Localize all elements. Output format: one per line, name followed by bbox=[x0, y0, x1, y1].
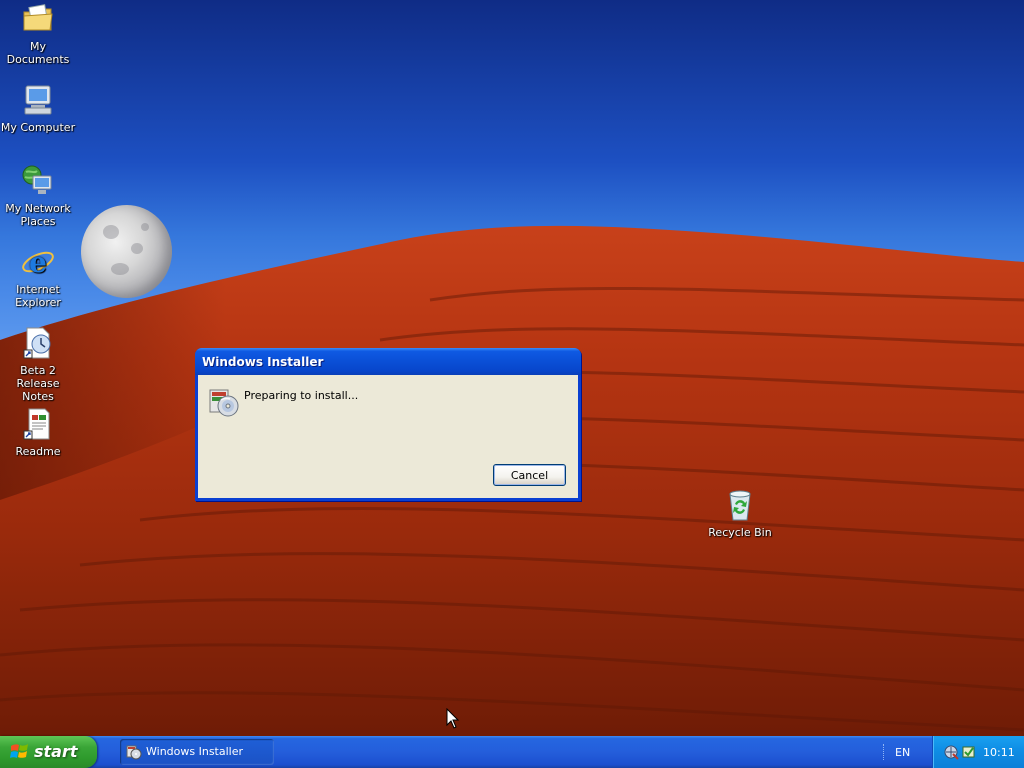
desktop-icon-label: Recycle Bin bbox=[708, 526, 772, 539]
cancel-button[interactable]: Cancel bbox=[493, 464, 566, 486]
moon bbox=[81, 205, 172, 298]
desktop-icon-label: Internet Explorer bbox=[15, 283, 61, 309]
windows-logo-icon bbox=[10, 744, 28, 758]
readme-icon bbox=[23, 408, 50, 440]
start-button[interactable]: start bbox=[0, 736, 97, 768]
desktop-icon-my-network-places[interactable]: My Network Places bbox=[0, 164, 76, 228]
dialog-body: Preparing to install... Cancel bbox=[198, 375, 578, 498]
desktop-icon-my-computer[interactable]: My Computer bbox=[0, 83, 76, 134]
desktop-icon-beta-2-release-notes[interactable]: Beta 2 Release Notes bbox=[0, 326, 76, 403]
network-tray-icon[interactable] bbox=[943, 744, 959, 760]
start-label: start bbox=[34, 742, 78, 761]
dialog-titlebar[interactable]: Windows Installer bbox=[195, 348, 581, 375]
folder-icon bbox=[23, 4, 53, 31]
desktop-icon-label: My Documents bbox=[6, 40, 70, 66]
desktop-icon-label: My Computer bbox=[0, 121, 76, 134]
desktop: My Documents My Computer My Network Plac… bbox=[0, 0, 1024, 736]
desktop-icon-recycle-bin[interactable]: Recycle Bin bbox=[702, 488, 778, 539]
network-icon bbox=[22, 165, 52, 194]
desktop-icon-label: My Network Places bbox=[5, 202, 71, 228]
desktop-icon-label: Readme bbox=[15, 445, 61, 458]
svg-text:e: e bbox=[29, 246, 47, 279]
installer-icon bbox=[126, 745, 142, 760]
dialog-title: Windows Installer bbox=[202, 355, 324, 369]
taskbar: start Windows Installer EN 10:11 bbox=[0, 736, 1024, 768]
dialog-message: Preparing to install... bbox=[244, 389, 359, 402]
desktop-icon-label: Beta 2 Release Notes bbox=[16, 364, 60, 403]
taskbar-item-label: Windows Installer bbox=[146, 745, 244, 758]
tray-separator bbox=[883, 744, 887, 760]
desktop-icon-readme[interactable]: Readme bbox=[0, 407, 76, 458]
internet-explorer-icon: e bbox=[22, 246, 54, 279]
clock[interactable]: 10:11 bbox=[983, 746, 1015, 759]
taskbar-item-windows-installer[interactable]: Windows Installer bbox=[120, 739, 274, 765]
language-indicator[interactable]: EN bbox=[895, 746, 910, 759]
release-notes-icon bbox=[23, 327, 51, 359]
windows-installer-dialog: Windows Installer Preparing to install..… bbox=[195, 348, 581, 501]
security-tray-icon[interactable] bbox=[961, 744, 977, 760]
desktop-icon-my-documents[interactable]: My Documents bbox=[0, 2, 76, 66]
desktop-icon-internet-explorer[interactable]: e Internet Explorer bbox=[0, 245, 76, 309]
recycle-bin-icon bbox=[729, 490, 751, 521]
installer-icon bbox=[209, 389, 239, 417]
computer-icon bbox=[24, 85, 52, 115]
mouse-cursor bbox=[446, 708, 460, 729]
system-tray: 10:11 bbox=[932, 736, 1024, 768]
